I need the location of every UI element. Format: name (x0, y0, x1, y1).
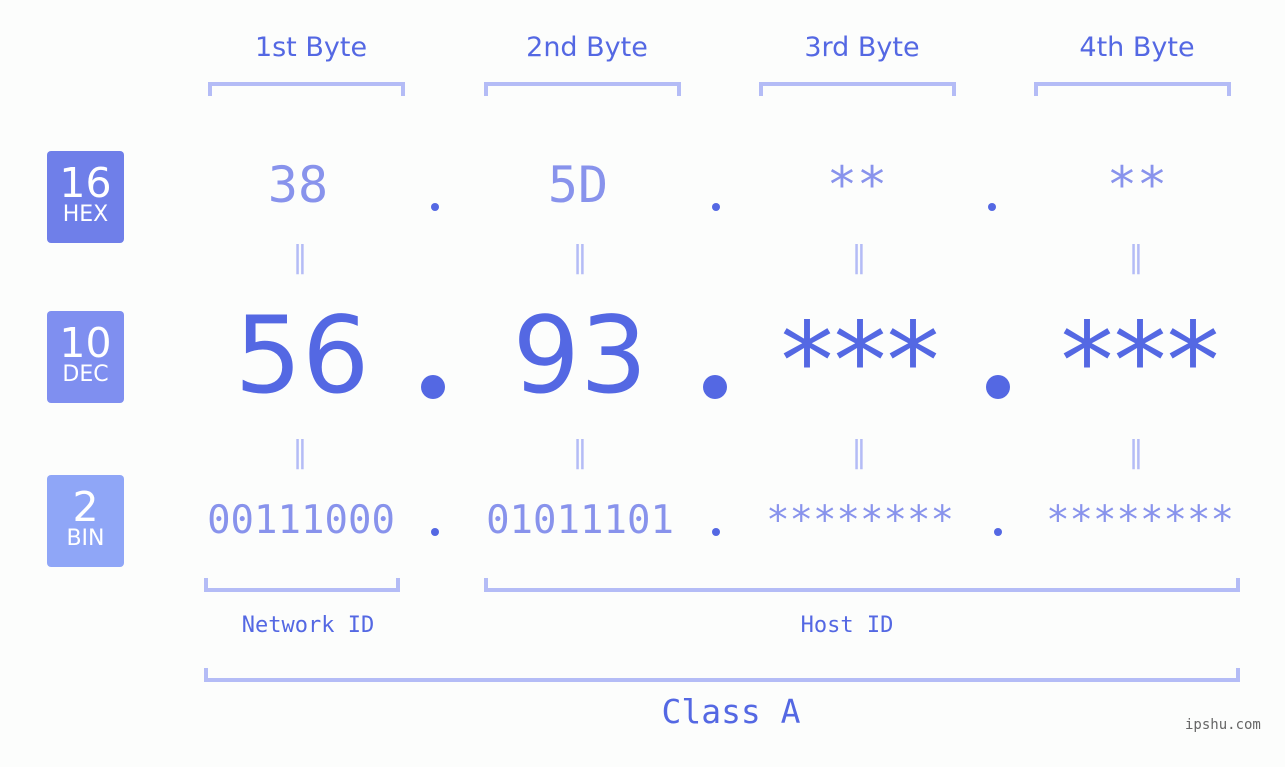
dec-badge-base: 10 (59, 319, 112, 367)
bin-badge-label: BIN (66, 526, 105, 551)
bin-byte-1: 00111000 (207, 498, 395, 543)
byte-header-1: 1st Byte (254, 32, 368, 63)
class-label: Class A (661, 692, 801, 731)
byte-header-3: 3rd Byte (804, 32, 920, 63)
equals-icon: ‖ (1128, 240, 1144, 275)
hex-separator-dot (712, 203, 720, 211)
hex-badge: 16 HEX (47, 151, 124, 243)
byte-bracket-1 (208, 82, 405, 96)
dec-separator-dot (703, 375, 727, 399)
dec-byte-4: *** (1060, 300, 1220, 423)
hex-badge-label: HEX (62, 202, 109, 227)
bin-badge: 2 BIN (47, 475, 124, 567)
network-id-bracket (204, 578, 400, 592)
hex-byte-4: ** (1106, 156, 1168, 214)
hex-byte-2: 5D (547, 156, 609, 214)
network-id-label: Network ID (241, 613, 375, 638)
bin-byte-4: ******** (1046, 498, 1234, 543)
dec-badge: 10 DEC (47, 311, 124, 403)
equals-icon: ‖ (572, 240, 588, 275)
byte-bracket-2 (484, 82, 681, 96)
byte-header-4: 4th Byte (1079, 32, 1195, 63)
bin-badge-base: 2 (72, 483, 99, 531)
dec-badge-label: DEC (62, 362, 109, 387)
byte-bracket-3 (759, 82, 956, 96)
byte-header-2: 2nd Byte (526, 32, 648, 63)
dec-byte-3: *** (780, 300, 940, 423)
equals-icon: ‖ (292, 435, 308, 470)
watermark: ipshu.com (1185, 717, 1261, 733)
equals-icon: ‖ (572, 435, 588, 470)
bin-byte-3: ******** (766, 498, 954, 543)
dec-byte-2: 93 (512, 294, 648, 417)
hex-byte-3: ** (826, 156, 888, 214)
dec-separator-dot (421, 375, 445, 399)
bin-separator-dot (712, 528, 720, 536)
equals-icon: ‖ (851, 240, 867, 275)
hex-byte-1: 38 (267, 156, 329, 214)
hex-separator-dot (431, 203, 439, 211)
hex-badge-base: 16 (59, 159, 112, 207)
equals-icon: ‖ (1128, 435, 1144, 470)
host-id-bracket (484, 578, 1240, 592)
class-bracket (204, 668, 1240, 682)
equals-icon: ‖ (292, 240, 308, 275)
hex-separator-dot (988, 203, 996, 211)
byte-bracket-4 (1034, 82, 1231, 96)
bin-byte-2: 01011101 (486, 498, 674, 543)
host-id-label: Host ID (800, 613, 894, 638)
bin-separator-dot (431, 528, 439, 536)
dec-byte-1: 56 (234, 294, 370, 417)
equals-icon: ‖ (851, 435, 867, 470)
dec-separator-dot (986, 375, 1010, 399)
bin-separator-dot (994, 528, 1002, 536)
